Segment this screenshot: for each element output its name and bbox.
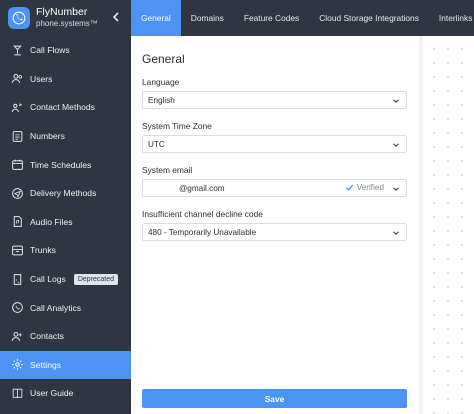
gear-icon [10, 358, 24, 372]
language-label: Language [142, 77, 180, 87]
timezone-label: System Time Zone [142, 121, 212, 131]
sidebar-item-label: Contact Methods [30, 102, 95, 113]
chevron-left-icon [112, 12, 119, 22]
sidebar-item-contacts[interactable]: Contacts [0, 322, 131, 351]
sidebar-item-label: Call Logs [30, 274, 66, 285]
dotted-background [423, 36, 474, 414]
sidebar-item-users[interactable]: Users [0, 65, 131, 94]
trunks-icon [10, 243, 24, 257]
decline-code-select[interactable]: 480 - Temporarily Unavailable [142, 223, 407, 241]
sidebar-item-label: User Guide [30, 388, 74, 399]
brand-name: FlyNumber [36, 6, 88, 18]
sidebar-item-label: Trunks [30, 245, 56, 256]
tab-general[interactable]: General [131, 0, 181, 36]
sidebar: FlyNumber phone.systems™ Call Flows User… [0, 0, 131, 414]
contacts-icon [10, 329, 24, 343]
decline-code-label: Insufficient channel decline code [142, 209, 263, 219]
audio-file-icon [10, 215, 24, 229]
numbers-icon [10, 129, 24, 143]
phone-logo-icon [8, 7, 30, 29]
collapse-sidebar-button[interactable] [109, 10, 123, 24]
contact-methods-icon [10, 100, 24, 114]
brand: FlyNumber phone.systems™ [0, 0, 131, 36]
sidebar-item-settings[interactable]: Settings [0, 350, 131, 380]
sidebar-item-label: Contacts [30, 331, 64, 342]
tab-interlinks[interactable]: Interlinks [429, 0, 474, 36]
system-email-label: System email [142, 165, 193, 175]
verified-status: Verified [345, 183, 384, 192]
sidebar-item-delivery-methods[interactable]: Delivery Methods [0, 179, 131, 208]
system-email-select[interactable]: @gmail.com Verified [142, 179, 407, 197]
sidebar-item-label: Time Schedules [30, 159, 92, 170]
sidebar-item-label: Delivery Methods [30, 188, 97, 199]
call-flows-icon [10, 43, 24, 57]
language-select[interactable]: English [142, 91, 407, 109]
deprecated-badge: Deprecated [73, 273, 119, 285]
analytics-icon [10, 301, 24, 315]
verified-label: Verified [356, 183, 384, 192]
users-icon [10, 72, 24, 86]
chevron-down-icon [393, 99, 399, 103]
sidebar-nav: Call Flows Users Contact Methods Numbers… [0, 36, 131, 408]
sidebar-item-label: Numbers [30, 131, 65, 142]
page-title: General [142, 52, 185, 66]
sidebar-item-label: Audio Files [30, 216, 73, 227]
settings-tabs: General Domains Feature Codes Cloud Stor… [131, 0, 474, 36]
checkmark-icon [345, 184, 353, 191]
sidebar-item-label: Call Flows [30, 45, 70, 56]
sidebar-item-label: Users [30, 73, 53, 84]
tab-domains[interactable]: Domains [181, 0, 234, 36]
sidebar-item-label: Settings [30, 359, 62, 370]
sidebar-item-call-flows[interactable]: Call Flows [0, 36, 131, 65]
sidebar-item-trunks[interactable]: Trunks [0, 236, 131, 265]
chevron-down-icon [393, 187, 399, 191]
calendar-icon [10, 158, 24, 172]
sidebar-item-label: Call Analytics [30, 302, 82, 313]
sidebar-item-call-analytics[interactable]: Call Analytics [0, 293, 131, 322]
sidebar-item-time-schedules[interactable]: Time Schedules [0, 150, 131, 179]
general-settings-panel: General Language English System Time Zon… [131, 36, 419, 414]
timezone-select[interactable]: UTC [142, 135, 407, 153]
brand-subtitle: phone.systems™ [36, 19, 98, 28]
language-value: English [148, 95, 175, 105]
book-icon [10, 386, 24, 400]
delivery-methods-icon [10, 186, 24, 200]
sidebar-item-user-guide[interactable]: User Guide [0, 379, 131, 408]
sidebar-item-numbers[interactable]: Numbers [0, 122, 131, 151]
save-button[interactable]: Save [142, 389, 407, 408]
chevron-down-icon [393, 143, 399, 147]
chevron-down-icon [393, 231, 399, 235]
decline-code-value: 480 - Temporarily Unavailable [148, 227, 257, 237]
sidebar-item-call-logs[interactable]: Call Logs Deprecated [0, 265, 131, 294]
sidebar-item-contact-methods[interactable]: Contact Methods [0, 93, 131, 122]
tab-feature-codes[interactable]: Feature Codes [234, 0, 309, 36]
timezone-value: UTC [148, 139, 165, 149]
system-email-value: @gmail.com [179, 183, 225, 193]
sidebar-item-audio-files[interactable]: Audio Files [0, 208, 131, 237]
tab-cloud-storage-integrations[interactable]: Cloud Storage Integrations [309, 0, 429, 36]
call-logs-icon [10, 272, 24, 286]
